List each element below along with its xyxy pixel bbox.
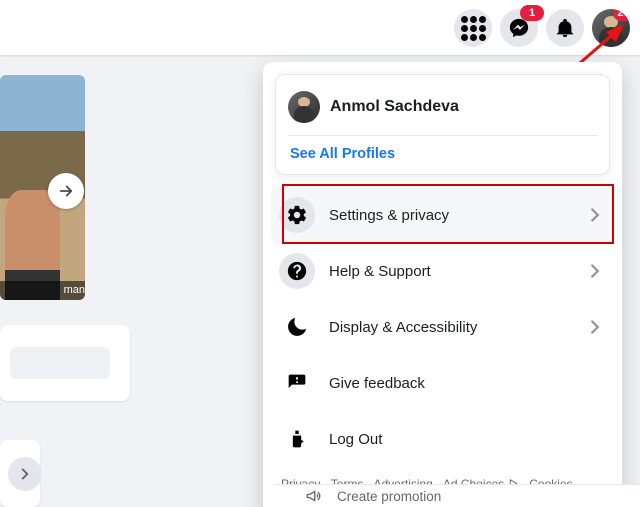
menu-item-label: Settings & privacy	[329, 207, 449, 224]
apps-icon	[461, 16, 486, 41]
account-avatar-button[interactable]: 20+	[592, 9, 630, 47]
top-bar: 1 20+	[0, 0, 640, 55]
chevron-right-icon	[584, 316, 606, 338]
account-menu: Anmol Sachdeva See All Profiles Settings…	[263, 62, 622, 507]
story-image	[5, 190, 60, 280]
notifications-button[interactable]	[546, 9, 584, 47]
menu-item-label: Display & Accessibility	[329, 319, 477, 336]
bell-icon	[554, 17, 576, 39]
create-promotion-label: Create promotion	[337, 489, 441, 504]
menu-item-logout[interactable]: Log Out	[271, 411, 614, 467]
see-all-profiles-link[interactable]: See All Profiles	[290, 146, 595, 162]
profile-card: Anmol Sachdeva See All Profiles	[275, 74, 610, 175]
arrow-right-icon	[57, 182, 75, 200]
logout-icon	[279, 421, 315, 457]
account-badge: 20+	[613, 9, 630, 21]
nav-right-button[interactable]	[8, 457, 42, 491]
chevron-right-icon	[584, 260, 606, 282]
top-actions: 1 20+	[454, 7, 630, 49]
menu-item-label: Help & Support	[329, 263, 431, 280]
profile-name: Anmol Sachdeva	[330, 98, 459, 116]
gear-icon	[279, 197, 315, 233]
card-fragment	[0, 325, 130, 401]
chevron-right-icon	[584, 204, 606, 226]
feedback-icon	[279, 365, 315, 401]
card-fragment-2	[0, 440, 40, 507]
menu-item-feedback[interactable]: Give feedback	[271, 355, 614, 411]
chevron-right-icon	[16, 465, 34, 483]
messenger-button[interactable]: 1	[500, 9, 538, 47]
avatar	[288, 91, 320, 123]
help-icon	[279, 253, 315, 289]
megaphone-icon	[305, 487, 323, 505]
story-banner: man	[0, 281, 85, 300]
menu-item-settings[interactable]: Settings & privacy	[271, 187, 614, 243]
create-promotion-bar[interactable]: Create promotion	[275, 484, 640, 507]
menu-item-display[interactable]: Display & Accessibility	[271, 299, 614, 355]
apps-menu-button[interactable]	[454, 9, 492, 47]
button-placeholder[interactable]	[10, 347, 110, 379]
story-next-button[interactable]	[48, 173, 84, 209]
profile-link[interactable]: Anmol Sachdeva	[288, 87, 597, 136]
menu-item-label: Give feedback	[329, 375, 425, 392]
menu-item-label: Log Out	[329, 431, 382, 448]
messenger-badge: 1	[520, 5, 544, 21]
moon-icon	[279, 309, 315, 345]
menu-item-help[interactable]: Help & Support	[271, 243, 614, 299]
